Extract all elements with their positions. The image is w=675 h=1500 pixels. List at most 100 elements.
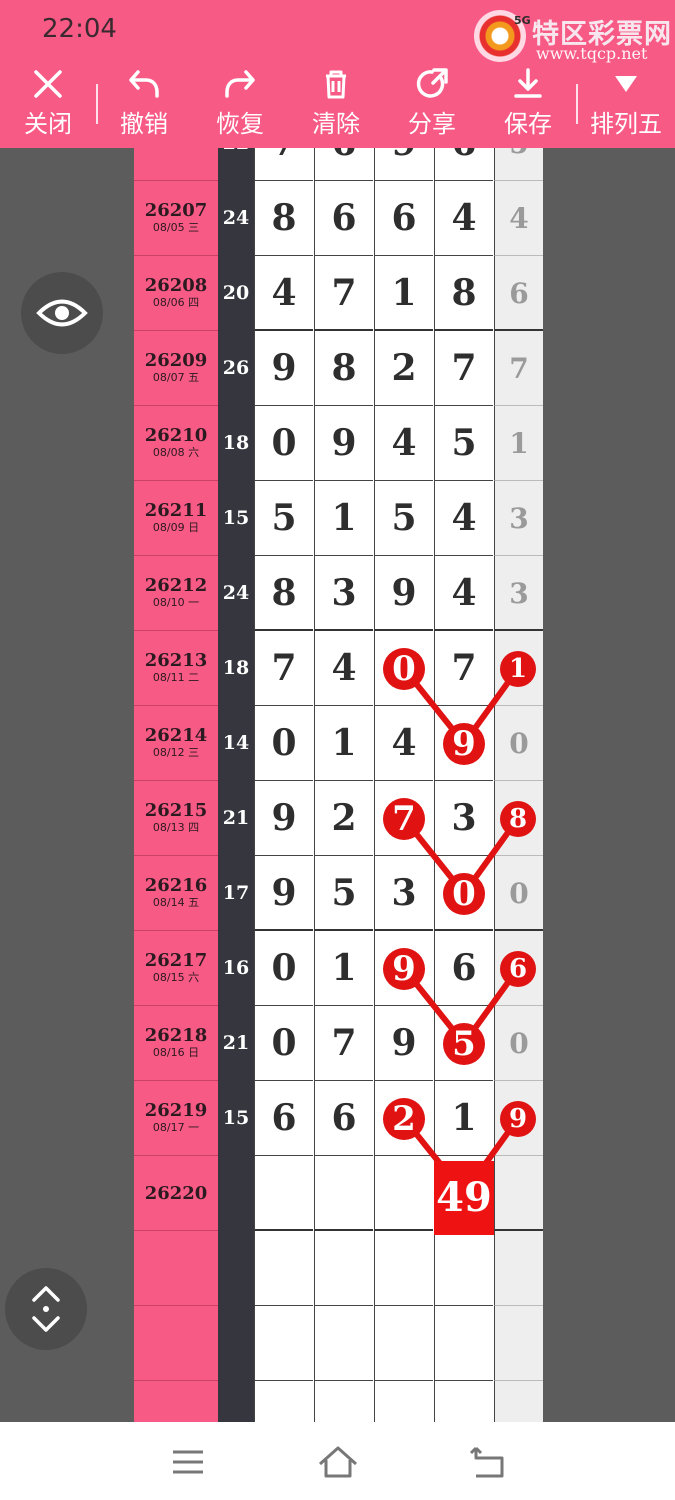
back-button[interactable] — [468, 1442, 508, 1482]
menu-button[interactable] — [168, 1442, 208, 1482]
digit-cell[interactable]: 4 — [254, 256, 313, 331]
digit-cell[interactable]: 9 — [374, 148, 433, 181]
digit-cell[interactable]: 0 — [254, 706, 313, 781]
digit-cell[interactable] — [314, 1381, 373, 1422]
digit-cell[interactable]: 6 — [374, 181, 433, 256]
digit-cell[interactable]: 1 — [314, 931, 373, 1006]
span-cell[interactable]: 0 — [494, 1006, 543, 1081]
digit-cell[interactable]: 7 — [254, 148, 313, 181]
span-cell[interactable] — [494, 1381, 543, 1422]
digit-cell[interactable]: 4 — [434, 481, 493, 556]
highlight-ball[interactable]: 1 — [500, 650, 536, 687]
share-button[interactable]: 分享 — [392, 66, 472, 139]
prediction-cell[interactable]: 49 — [434, 1161, 494, 1235]
digit-cell[interactable]: 4 — [314, 631, 373, 706]
highlight-ball[interactable]: 9 — [443, 722, 485, 765]
span-cell[interactable]: 5 — [494, 148, 543, 181]
span-cell[interactable]: 4 — [494, 181, 543, 256]
digit-cell[interactable]: 9 — [374, 1006, 433, 1081]
trend-table[interactable]: 08/04 二22769652620708/05 三24866442620808… — [134, 148, 543, 1422]
digit-cell[interactable] — [434, 1231, 493, 1306]
home-button[interactable] — [318, 1442, 358, 1482]
undo-button[interactable]: 撤销 — [104, 66, 184, 139]
digit-cell[interactable]: 8 — [254, 556, 313, 631]
digit-cell[interactable] — [374, 1381, 433, 1422]
digit-cell[interactable] — [374, 1306, 433, 1381]
span-cell[interactable] — [494, 1156, 543, 1231]
digit-cell[interactable]: 5 — [434, 406, 493, 481]
span-cell[interactable]: 1 — [494, 406, 543, 481]
digit-cell[interactable] — [434, 1381, 493, 1422]
digit-cell[interactable]: 9 — [374, 556, 433, 631]
digit-cell[interactable]: 9 — [254, 856, 313, 931]
digit-cell[interactable] — [254, 1156, 313, 1231]
digit-cell[interactable]: 5 — [314, 856, 373, 931]
redo-button[interactable]: 恢复 — [200, 66, 280, 139]
digit-cell[interactable]: 1 — [314, 706, 373, 781]
span-cell[interactable]: 6 — [494, 256, 543, 331]
digit-cell[interactable]: 5 — [254, 481, 313, 556]
span-cell[interactable] — [494, 1231, 543, 1306]
digit-cell[interactable]: 9 — [254, 331, 313, 406]
highlight-ball[interactable]: 2 — [383, 1097, 425, 1140]
digit-cell[interactable] — [434, 1306, 493, 1381]
digit-cell[interactable]: 1 — [314, 481, 373, 556]
digit-cell[interactable] — [254, 1306, 313, 1381]
digit-cell[interactable]: 4 — [374, 706, 433, 781]
digit-cell[interactable]: 7 — [434, 631, 493, 706]
digit-cell[interactable]: 6 — [314, 181, 373, 256]
span-cell[interactable] — [494, 1306, 543, 1381]
digit-cell[interactable]: 5 — [374, 481, 433, 556]
digit-cell[interactable]: 0 — [254, 1006, 313, 1081]
highlight-ball[interactable]: 8 — [500, 800, 536, 837]
scroll-toggle-button[interactable] — [5, 1268, 87, 1350]
highlight-ball[interactable]: 5 — [443, 1022, 485, 1065]
digit-cell[interactable] — [254, 1231, 313, 1306]
span-cell[interactable]: 3 — [494, 556, 543, 631]
digit-cell[interactable]: 2 — [314, 781, 373, 856]
digit-cell[interactable]: 4 — [434, 181, 493, 256]
digit-cell[interactable] — [314, 1156, 373, 1231]
visibility-toggle-button[interactable] — [21, 272, 103, 354]
digit-cell[interactable]: 6 — [434, 148, 493, 181]
highlight-ball[interactable]: 6 — [500, 950, 536, 987]
digit-cell[interactable]: 8 — [254, 181, 313, 256]
highlight-ball[interactable]: 9 — [500, 1100, 536, 1137]
digit-cell[interactable]: 0 — [254, 931, 313, 1006]
save-button[interactable]: 保存 — [488, 66, 568, 139]
span-cell[interactable]: 7 — [494, 331, 543, 406]
digit-cell[interactable] — [254, 1381, 313, 1422]
digit-cell[interactable]: 0 — [254, 406, 313, 481]
close-button[interactable]: 关闭 — [8, 66, 88, 139]
highlight-ball[interactable]: 0 — [443, 872, 485, 915]
digit-cell[interactable]: 9 — [254, 781, 313, 856]
digit-cell[interactable] — [314, 1231, 373, 1306]
digit-cell[interactable] — [374, 1156, 433, 1231]
span-cell[interactable]: 3 — [494, 481, 543, 556]
digit-cell[interactable]: 9 — [314, 406, 373, 481]
span-cell[interactable]: 0 — [494, 856, 543, 931]
digit-cell[interactable]: 6 — [434, 931, 493, 1006]
highlight-ball[interactable]: 0 — [383, 647, 425, 690]
digit-cell[interactable]: 6 — [314, 148, 373, 181]
clear-button[interactable]: 清除 — [296, 66, 376, 139]
digit-cell[interactable]: 1 — [374, 256, 433, 331]
highlight-ball[interactable]: 9 — [383, 947, 425, 990]
digit-cell[interactable]: 8 — [434, 256, 493, 331]
digit-cell[interactable]: 7 — [434, 331, 493, 406]
digit-cell[interactable]: 6 — [254, 1081, 313, 1156]
digit-cell[interactable]: 2 — [374, 331, 433, 406]
lottery-type-dropdown[interactable]: 排列五 — [586, 66, 666, 139]
span-cell[interactable]: 0 — [494, 706, 543, 781]
digit-cell[interactable] — [374, 1231, 433, 1306]
digit-cell[interactable]: 7 — [314, 256, 373, 331]
digit-cell[interactable] — [314, 1306, 373, 1381]
digit-cell[interactable]: 4 — [434, 556, 493, 631]
highlight-ball[interactable]: 7 — [383, 797, 425, 840]
digit-cell[interactable]: 3 — [314, 556, 373, 631]
digit-cell[interactable]: 1 — [434, 1081, 493, 1156]
digit-cell[interactable]: 7 — [254, 631, 313, 706]
digit-cell[interactable]: 3 — [434, 781, 493, 856]
digit-cell[interactable]: 4 — [374, 406, 433, 481]
digit-cell[interactable]: 3 — [374, 856, 433, 931]
